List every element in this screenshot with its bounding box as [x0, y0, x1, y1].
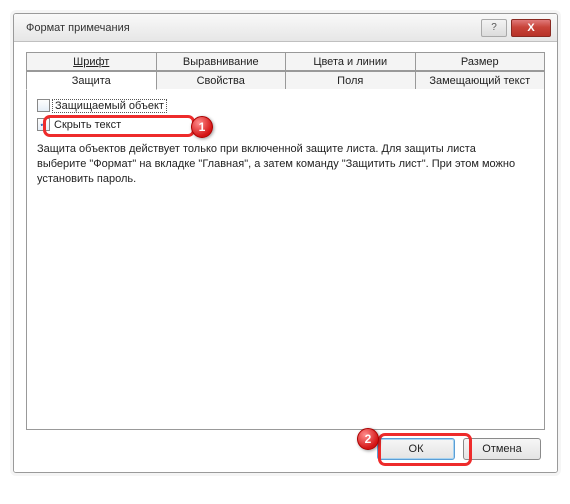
tab-margins[interactable]: Поля [285, 71, 416, 90]
tabs-row-2: Защита Свойства Поля Замещающий текст [26, 71, 545, 90]
tabs-area: Шрифт Выравнивание Цвета и линии Размер … [26, 52, 545, 90]
window-title: Формат примечания [26, 22, 481, 34]
help-button[interactable]: ? [481, 19, 507, 37]
hide-text-label: Скрыть текст [54, 119, 121, 131]
titlebar: Формат примечания ? X [14, 14, 557, 42]
help-icon: ? [491, 22, 497, 33]
tab-properties[interactable]: Свойства [156, 71, 287, 90]
hide-text-checkbox[interactable] [37, 118, 50, 131]
tab-font[interactable]: Шрифт [26, 52, 157, 71]
checkbox-row-lock: Защищаемый объект [37, 97, 534, 114]
dialog-window: Формат примечания ? X Шрифт Выравнивание… [13, 13, 558, 473]
checkbox-row-hide: Скрыть текст [37, 116, 534, 133]
tab-size[interactable]: Размер [415, 52, 546, 71]
tab-alignment[interactable]: Выравнивание [156, 52, 287, 71]
tab-protection[interactable]: Защита [26, 71, 157, 90]
lock-object-checkbox[interactable] [37, 99, 50, 112]
dialog-content: Шрифт Выравнивание Цвета и линии Размер … [14, 42, 557, 472]
close-icon: X [527, 22, 534, 34]
protection-description: Защита объектов действует только при вкл… [37, 142, 534, 187]
lock-object-label: Защищаемый объект [52, 99, 167, 113]
tab-panel-protection: Защищаемый объект Скрыть текст Защита об… [26, 89, 545, 430]
ok-button[interactable]: ОК [377, 438, 455, 460]
tab-alt-text[interactable]: Замещающий текст [415, 71, 546, 90]
tabs-row-1: Шрифт Выравнивание Цвета и линии Размер [26, 52, 545, 71]
cancel-button[interactable]: Отмена [463, 438, 541, 460]
dialog-button-row: ОК Отмена [26, 430, 545, 462]
close-button[interactable]: X [511, 19, 551, 37]
tab-colors-lines[interactable]: Цвета и линии [285, 52, 416, 71]
